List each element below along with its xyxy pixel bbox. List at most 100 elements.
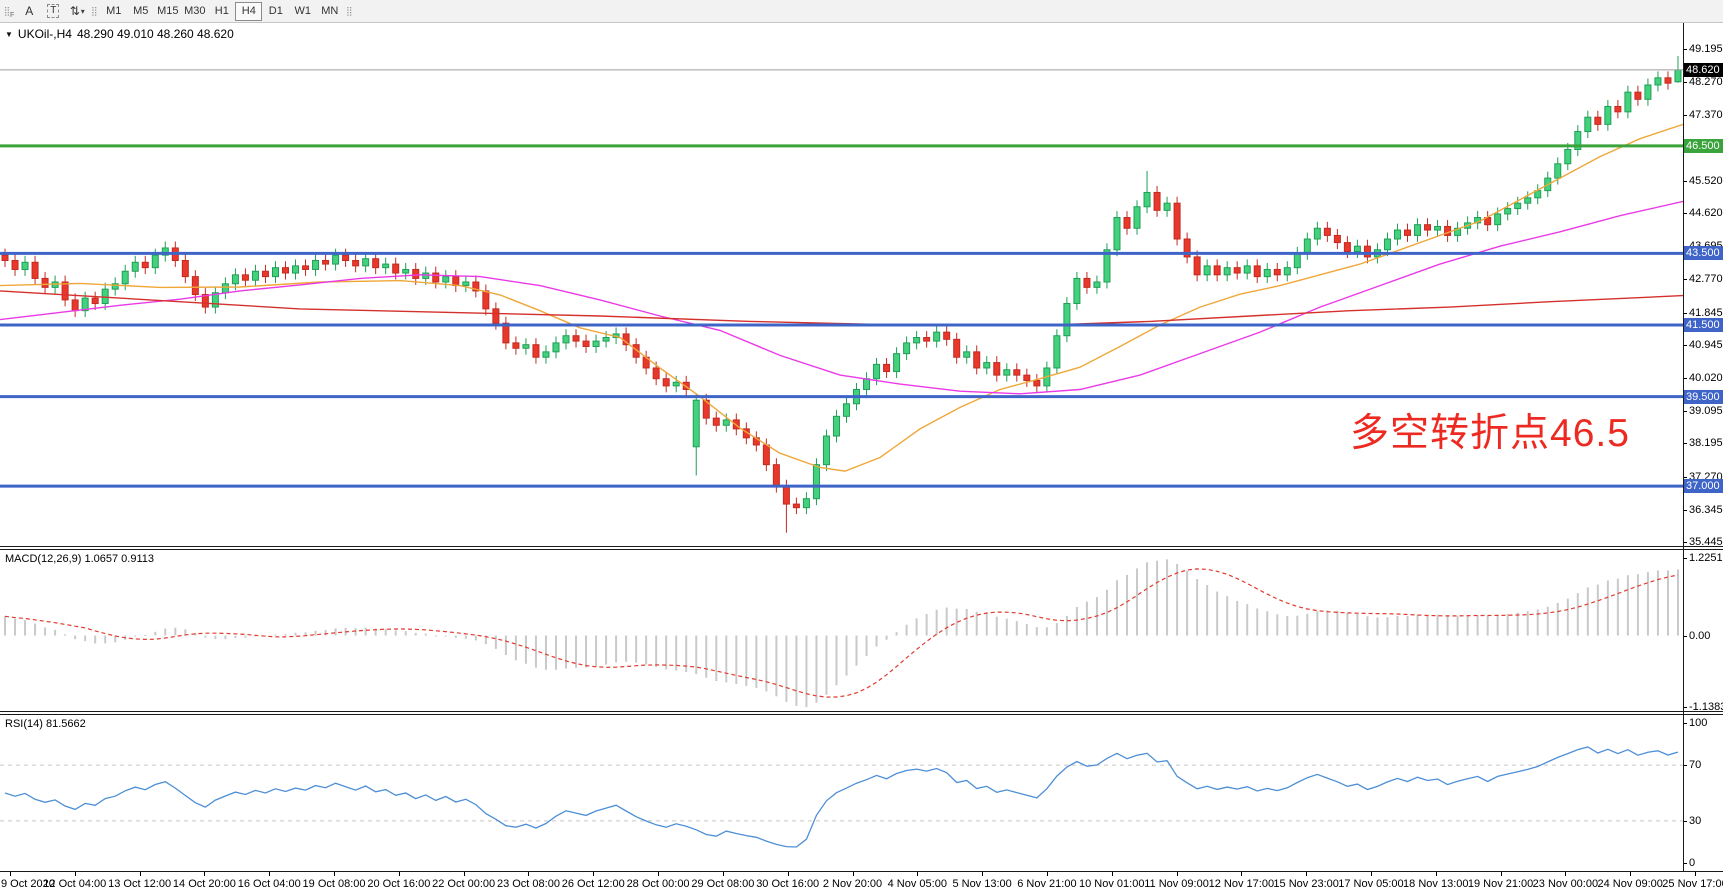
timeframe-toolbar: M1M5M15M30H1H4D1W1MN — [100, 2, 343, 21]
time-axis-label: 23 Oct 08:00 — [497, 878, 560, 890]
rsi-axis-label: 100 — [1689, 717, 1707, 729]
time-tick — [204, 872, 205, 876]
text-tool-button[interactable]: T — [42, 2, 64, 21]
slow-ma-line — [0, 291, 1683, 325]
annotate-tool-button[interactable]: A — [18, 2, 40, 21]
timeframe-button-m15[interactable]: M15 — [154, 2, 181, 21]
time-tick — [1047, 872, 1048, 876]
time-tick — [658, 872, 659, 876]
time-tick — [917, 872, 918, 876]
toolbar-grip-icon[interactable]: ⣿ — [90, 7, 98, 16]
rsi-value: 81.5662 — [46, 718, 86, 730]
time-tick — [788, 872, 789, 876]
time-tick — [1241, 872, 1242, 876]
time-tick — [1630, 872, 1631, 876]
rsi-canvas[interactable] — [0, 715, 1683, 871]
main-chart-panel[interactable]: ▼ UKOil-,H4 48.290 49.010 48.260 48.620 … — [0, 23, 1723, 546]
timeframe-button-h4[interactable]: H4 — [235, 2, 262, 21]
time-axis-label: 4 Nov 05:00 — [888, 878, 947, 890]
chevron-down-icon[interactable]: ▾ — [81, 7, 85, 16]
price-axis-label: 48.270 — [1689, 76, 1723, 88]
timeframe-button-w1[interactable]: W1 — [289, 2, 316, 21]
macd-axis[interactable]: 1.22510.00-1.1383 — [1683, 550, 1723, 711]
time-tick — [1112, 872, 1113, 876]
price-level-badge: 46.500 — [1683, 139, 1723, 153]
time-tick — [1436, 872, 1437, 876]
rsi-name: RSI(14) — [5, 718, 43, 730]
time-axis-label: 25 Nov 17:00 — [1662, 878, 1723, 890]
timeframe-button-mn[interactable]: MN — [316, 2, 343, 21]
price-level-badge: 37.000 — [1683, 479, 1723, 493]
price-axis-label: 38.195 — [1689, 437, 1723, 449]
chart-annotation-text: 多空转折点46.5 — [1350, 402, 1630, 458]
ohlc-values: 48.290 49.010 48.260 48.620 — [77, 27, 234, 41]
time-tick — [1501, 872, 1502, 876]
time-axis-label: 11 Nov 09:00 — [1144, 878, 1209, 890]
price-axis-label: 45.520 — [1689, 175, 1723, 187]
rsi-axis-label: 30 — [1689, 815, 1701, 827]
timeframe-button-m1[interactable]: M1 — [100, 2, 127, 21]
time-axis-label: 10 Nov 01:00 — [1079, 878, 1144, 890]
time-tick — [1695, 872, 1696, 876]
rsi-axis-label: 0 — [1689, 857, 1695, 869]
text-tool-label: T — [47, 4, 59, 18]
timeframe-button-d1[interactable]: D1 — [262, 2, 289, 21]
time-axis-label: 5 Nov 13:00 — [952, 878, 1011, 890]
time-axis-label: 20 Oct 16:00 — [367, 878, 430, 890]
time-tick — [334, 872, 335, 876]
time-tick — [528, 872, 529, 876]
time-tick — [593, 872, 594, 876]
timeframe-button-m30[interactable]: M30 — [181, 2, 208, 21]
price-axis-label: 40.020 — [1689, 372, 1723, 384]
time-axis-label: 29 Oct 08:00 — [691, 878, 754, 890]
macd-label: MACD(12,26,9) 1.0657 0.9113 — [5, 553, 154, 565]
price-chart-canvas[interactable] — [0, 23, 1683, 546]
time-tick — [723, 872, 724, 876]
time-tick — [1306, 872, 1307, 876]
time-tick — [269, 872, 270, 876]
axis-divider — [1683, 23, 1684, 871]
time-axis-label: 15 Nov 23:00 — [1273, 878, 1338, 890]
price-axis-label: 49.195 — [1689, 43, 1723, 55]
time-tick — [399, 872, 400, 876]
timeframe-button-m5[interactable]: M5 — [127, 2, 154, 21]
time-axis-label: 19 Oct 08:00 — [303, 878, 366, 890]
symbol-timeframe-label: UKOil-,H4 — [18, 27, 72, 41]
time-axis[interactable]: 9 Oct 202012 Oct 04:0013 Oct 12:0014 Oct… — [0, 871, 1723, 893]
macd-panel[interactable]: MACD(12,26,9) 1.0657 0.9113 1.22510.00-1… — [0, 550, 1723, 711]
rsi-axis-label: 70 — [1689, 759, 1701, 771]
time-tick — [1565, 872, 1566, 876]
chart-title: ▼ UKOil-,H4 48.290 49.010 48.260 48.620 — [5, 27, 234, 41]
time-axis-label: 30 Oct 16:00 — [756, 878, 819, 890]
price-level-badge: 41.500 — [1683, 318, 1723, 332]
time-axis-label: 12 Oct 04:00 — [43, 878, 106, 890]
price-level-badge: 43.500 — [1683, 246, 1723, 260]
time-axis-label: 12 Nov 17:00 — [1209, 878, 1274, 890]
symbol-dropdown-icon[interactable]: ▼ — [5, 30, 13, 39]
current-price-badge: 48.620 — [1683, 63, 1723, 77]
macd-canvas[interactable] — [0, 550, 1683, 711]
time-tick — [75, 872, 76, 876]
macd-axis-label: 0.00 — [1689, 630, 1710, 642]
toolbar-grip-icon[interactable]: ⣿ — [345, 7, 353, 16]
rsi-axis[interactable]: 100 70 30 0 — [1683, 715, 1723, 871]
arrows-icon: ⇅ — [70, 4, 80, 18]
toolbar: ⣿ F A T ⇅ ▾ ⣿ M1M5M15M30H1H4D1W1MN ⣿ — [0, 0, 1723, 23]
time-tick — [464, 872, 465, 876]
toolbar-separator: ⣿ — [90, 2, 98, 20]
price-axis-label: 47.370 — [1689, 109, 1723, 121]
arrows-tool-button[interactable]: ⇅ ▾ — [66, 2, 88, 21]
macd-name: MACD(12,26,9) — [5, 553, 81, 565]
time-axis-label: 28 Oct 00:00 — [627, 878, 690, 890]
time-axis-label: 19 Nov 21:00 — [1468, 878, 1533, 890]
time-axis-label: 26 Oct 12:00 — [562, 878, 625, 890]
rsi-panel[interactable]: RSI(14) 81.5662 100 70 30 0 — [0, 715, 1723, 871]
time-axis-label: 16 Oct 04:00 — [238, 878, 301, 890]
time-axis-label: 6 Nov 21:00 — [1017, 878, 1076, 890]
time-axis-label: 18 Nov 13:00 — [1403, 878, 1468, 890]
toolbar-handle-label: F — [10, 12, 14, 19]
toolbar-separator: ⣿ — [345, 2, 353, 20]
time-axis-label: 13 Oct 12:00 — [108, 878, 171, 890]
timeframe-button-h1[interactable]: H1 — [208, 2, 235, 21]
price-axis[interactable]: 49.19548.27047.37045.52044.62043.69542.7… — [1683, 23, 1723, 546]
